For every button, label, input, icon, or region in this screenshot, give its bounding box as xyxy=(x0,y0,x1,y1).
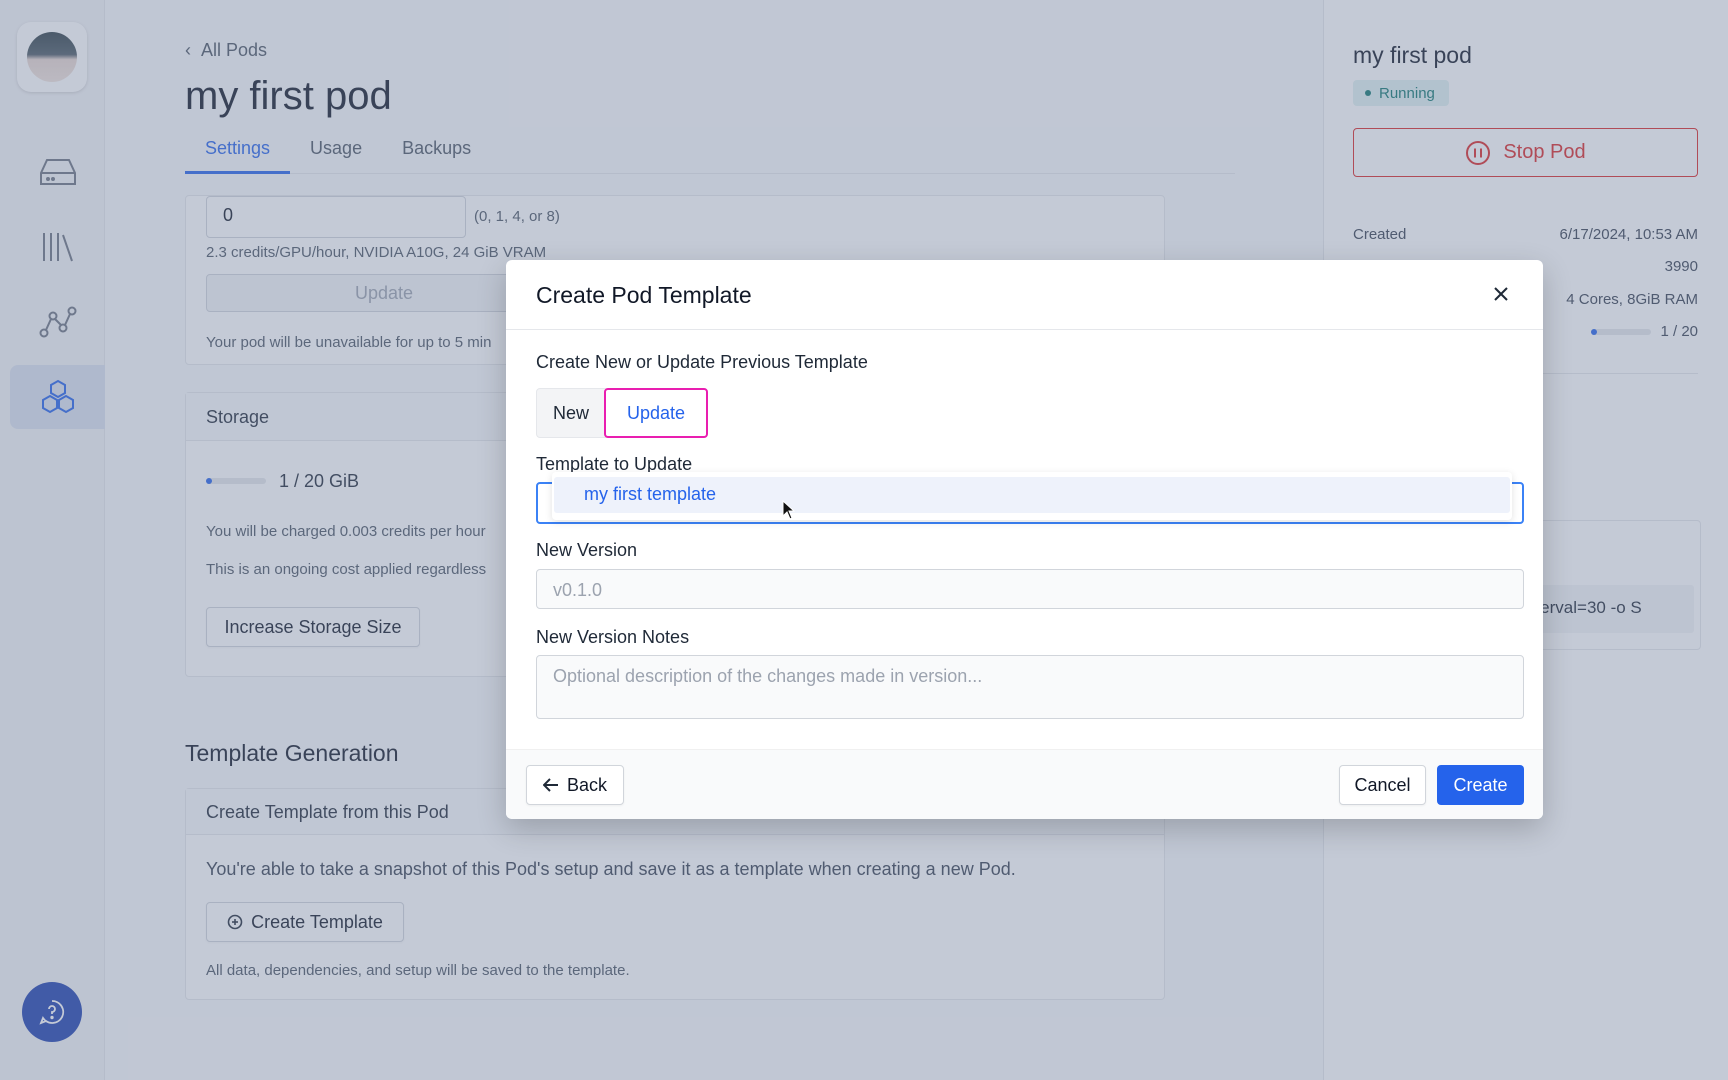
create-button[interactable]: Create xyxy=(1437,765,1524,805)
dialog-header: Create Pod Template xyxy=(506,260,1543,330)
create-pod-template-dialog: Create Pod Template Create New or Update… xyxy=(506,260,1543,819)
mode-toggle: New Update xyxy=(536,388,708,438)
close-icon xyxy=(1494,287,1508,301)
mouse-cursor-icon xyxy=(782,500,796,520)
close-button[interactable] xyxy=(1489,282,1513,306)
arrow-left-icon xyxy=(542,778,558,792)
back-button[interactable]: Back xyxy=(526,765,624,805)
notes-textarea[interactable]: Optional description of the changes made… xyxy=(536,655,1524,719)
version-label: New Version xyxy=(536,540,638,560)
dialog-footer: Back Cancel Create xyxy=(506,749,1543,819)
version-input[interactable]: v0.1.0 xyxy=(536,569,1524,609)
dialog-title: Create Pod Template xyxy=(536,282,752,308)
notes-label: New Version Notes xyxy=(536,627,690,647)
back-button-label: Back xyxy=(566,774,608,795)
mode-new-button[interactable]: New xyxy=(536,388,606,438)
template-option[interactable]: my first template xyxy=(554,477,1510,513)
cancel-button[interactable]: Cancel xyxy=(1339,765,1426,805)
mode-label: Create New or Update Previous Template xyxy=(536,352,868,372)
template-dropdown: my first template xyxy=(552,472,1512,520)
mode-update-button[interactable]: Update xyxy=(604,388,708,438)
